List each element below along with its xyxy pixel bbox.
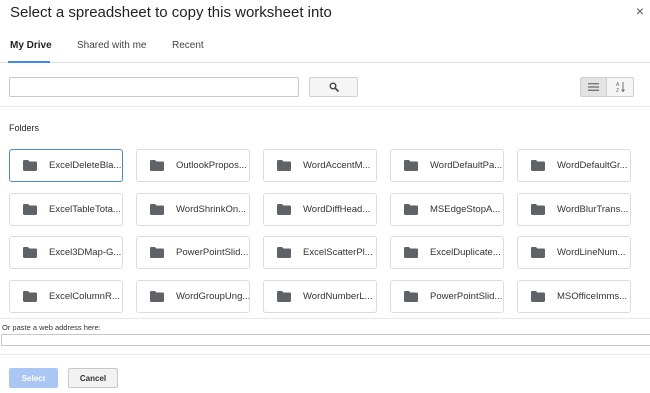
folder-icon — [531, 290, 545, 302]
folder-name: ExcelDeleteBla... — [49, 160, 122, 171]
folder-item[interactable]: WordDefaultGr... — [517, 149, 631, 182]
folder-icon — [277, 290, 291, 302]
folder-icon — [404, 160, 418, 171]
divider — [0, 354, 650, 355]
folder-item[interactable]: WordGroupUng... — [136, 279, 250, 313]
search-icon — [329, 82, 339, 92]
tab-my-drive[interactable]: My Drive — [10, 40, 52, 51]
folder-name: WordDefaultGr... — [557, 160, 628, 171]
tab-recent[interactable]: Recent — [172, 40, 204, 51]
url-input[interactable] — [1, 334, 650, 346]
view-toggle: A Z — [580, 77, 634, 97]
folder-item[interactable]: PowerPointSlid... — [136, 236, 250, 269]
folder-icon — [23, 203, 37, 215]
folder-icon — [150, 247, 164, 258]
divider — [0, 318, 650, 319]
folder-item[interactable]: MSEdgeStopA... — [390, 192, 504, 226]
folder-name: PowerPointSlid... — [430, 290, 503, 302]
folder-name: WordNumberL... — [303, 290, 373, 302]
folder-item[interactable]: WordNumberL... — [263, 279, 377, 313]
tab-bar: My Drive Shared with me Recent — [0, 30, 650, 63]
folder-icon — [150, 290, 164, 302]
folder-name: ExcelColumnR... — [49, 290, 120, 302]
folder-icon — [150, 203, 164, 215]
folder-item[interactable]: WordDiffHead... — [263, 192, 377, 226]
search-button[interactable] — [309, 77, 358, 97]
folder-icon — [277, 203, 291, 215]
svg-text:Z: Z — [616, 88, 619, 93]
folder-item[interactable]: ExcelScatterPl... — [263, 236, 377, 269]
close-icon[interactable]: × — [636, 4, 644, 18]
paste-url-label: Or paste a web address here: — [2, 323, 101, 332]
folder-icon — [277, 247, 291, 258]
divider — [0, 106, 650, 107]
folder-name: OutlookPropos... — [176, 160, 247, 171]
folder-item[interactable]: PowerPointSlid... — [390, 279, 504, 313]
folder-name: MSEdgeStopA... — [430, 203, 501, 215]
folder-name: WordDiffHead... — [303, 203, 371, 215]
folder-icon — [277, 160, 291, 171]
tab-shared-with-me[interactable]: Shared with me — [77, 40, 146, 51]
folder-item[interactable]: ExcelDuplicate... — [390, 236, 504, 269]
folder-item[interactable]: WordAccentM... — [263, 149, 377, 182]
folder-icon — [404, 203, 418, 215]
folder-item[interactable]: WordDefaultPa... — [390, 149, 504, 182]
sort-az-icon: A Z — [616, 82, 625, 93]
folder-icon — [404, 290, 418, 302]
active-tab-indicator — [8, 61, 50, 63]
folder-item[interactable]: ExcelTableTota... — [9, 192, 123, 226]
folder-item[interactable]: MSOfficeImms... — [517, 279, 631, 313]
folder-name: WordGroupUng... — [176, 290, 249, 302]
folder-name: MSOfficeImms... — [557, 290, 628, 302]
folder-item[interactable]: ExcelDeleteBla... — [9, 149, 123, 182]
folder-name: PowerPointSlid... — [176, 247, 249, 258]
dialog-title: Select a spreadsheet to copy this worksh… — [10, 4, 332, 21]
folder-name: WordAccentM... — [303, 160, 371, 171]
folder-item[interactable]: WordBlurTrans... — [517, 192, 631, 226]
folder-item[interactable]: WordShrinkOn... — [136, 192, 250, 226]
folder-name: WordBlurTrans... — [557, 203, 629, 215]
folder-name: WordShrinkOn... — [176, 203, 247, 215]
sort-button[interactable]: A Z — [607, 78, 633, 96]
folder-icon — [531, 160, 545, 171]
folder-icon — [404, 247, 418, 258]
folder-name: ExcelDuplicate... — [430, 247, 501, 258]
search-input[interactable] — [9, 77, 299, 97]
folder-name: WordDefaultPa... — [430, 160, 503, 171]
select-button[interactable]: Select — [9, 368, 58, 388]
folder-name: ExcelScatterPl... — [303, 247, 373, 258]
folder-name: Excel3DMap-G... — [49, 247, 122, 258]
folder-icon — [150, 160, 164, 171]
folder-item[interactable]: ExcelColumnR... — [9, 279, 123, 313]
folder-icon — [23, 290, 37, 302]
list-view-button[interactable] — [581, 78, 608, 96]
folder-item[interactable]: OutlookPropos... — [136, 149, 250, 182]
folder-item[interactable]: WordLineNum... — [517, 236, 631, 269]
list-view-icon — [588, 83, 599, 91]
folder-item[interactable]: Excel3DMap-G... — [9, 236, 123, 269]
folder-icon — [531, 247, 545, 258]
folder-name: ExcelTableTota... — [49, 203, 121, 215]
folder-icon — [23, 247, 37, 258]
folders-heading: Folders — [9, 123, 40, 133]
folder-icon — [531, 203, 545, 215]
cancel-button[interactable]: Cancel — [68, 368, 118, 388]
folder-icon — [23, 160, 37, 171]
folder-name: WordLineNum... — [557, 247, 626, 258]
